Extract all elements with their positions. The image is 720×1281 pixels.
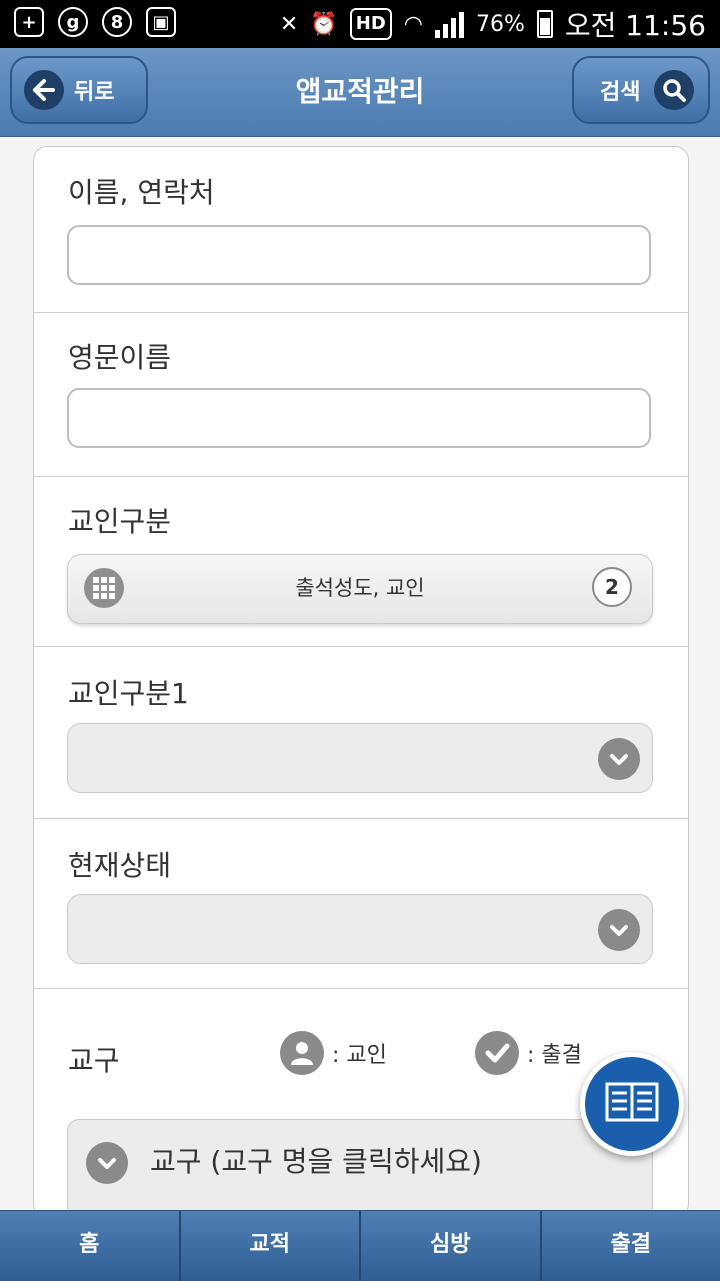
search-label: 검색 xyxy=(600,74,640,106)
legend-attendance-text: : 출결 xyxy=(527,1037,582,1069)
member-type-select[interactable]: 출석성도, 교인 2 xyxy=(67,554,653,624)
chevron-down-icon xyxy=(598,909,640,951)
current-status-field: 현재상태 xyxy=(34,818,688,989)
member-type1-selected xyxy=(68,724,652,794)
search-button[interactable]: 검색 xyxy=(572,56,710,124)
district-group-text: 교구 (교구 명을 클릭하세요) xyxy=(150,1140,482,1184)
chevron-down-icon xyxy=(86,1142,128,1184)
mute-icon: ✕ xyxy=(280,12,298,37)
wifi-icon: ◠ xyxy=(404,12,423,37)
search-form: 이름, 연락처 영문이름 교인구분 출석성도, 교인 2 교인구분1 xyxy=(33,146,689,1218)
member-type1-label: 교인구분1 xyxy=(68,672,189,712)
english-name-field: 영문이름 xyxy=(34,312,688,477)
chevron-down-icon xyxy=(598,738,640,780)
nav-attendance[interactable]: 출결 xyxy=(542,1211,720,1281)
book-icon xyxy=(605,1082,659,1126)
battery-percent: 76% xyxy=(476,12,525,37)
search-icon xyxy=(654,70,694,110)
district-label: 교구 xyxy=(68,1039,120,1079)
selection-count-badge: 2 xyxy=(592,567,632,607)
name-contact-field: 이름, 연락처 xyxy=(34,147,688,313)
app-header: 뒤로 앱교적관리 검색 xyxy=(0,48,720,137)
name-contact-input[interactable] xyxy=(67,225,651,285)
member-type1-field: 교인구분1 xyxy=(34,646,688,819)
back-button[interactable]: 뒤로 xyxy=(10,56,148,124)
english-name-label: 영문이름 xyxy=(68,336,171,376)
member-type-label: 교인구분 xyxy=(68,500,171,540)
current-status-select[interactable] xyxy=(67,894,653,964)
alarm-icon: ⏰ xyxy=(310,12,337,37)
nav-records[interactable]: 교적 xyxy=(181,1211,362,1281)
arrow-left-icon xyxy=(24,70,64,110)
legend-member: : 교인 xyxy=(280,1031,387,1075)
clock: 오전 11:56 xyxy=(565,4,706,44)
nav-home[interactable]: 홈 xyxy=(0,1211,181,1281)
nav-visitation[interactable]: 심방 xyxy=(361,1211,542,1281)
add-icon: + xyxy=(14,7,44,37)
person-icon xyxy=(280,1031,324,1075)
name-contact-label: 이름, 연락처 xyxy=(68,171,215,211)
member-type-field: 교인구분 출석성도, 교인 2 xyxy=(34,476,688,647)
signal-icon xyxy=(435,10,464,38)
hd-badge: HD xyxy=(350,8,392,40)
legend-member-text: : 교인 xyxy=(332,1037,387,1069)
battery-icon xyxy=(537,10,553,38)
current-status-selected xyxy=(68,895,652,965)
district-group-toggle[interactable]: 교구 (교구 명을 클릭하세요) xyxy=(67,1119,653,1218)
member-type-selected: 출석성도, 교인 xyxy=(68,555,652,625)
app-badge-icon: 8 xyxy=(102,7,132,37)
g-app-icon: g xyxy=(58,7,88,37)
status-bar: + g 8 ▣ ✕ ⏰ HD ◠ 76% 오전 11:56 xyxy=(0,0,720,48)
legend-attendance: : 출결 xyxy=(475,1031,582,1075)
english-name-input[interactable] xyxy=(67,388,651,448)
page-title: 앱교적관리 xyxy=(160,48,560,136)
member-type1-select[interactable] xyxy=(67,723,653,793)
book-fab-button[interactable] xyxy=(580,1052,684,1156)
check-icon xyxy=(475,1031,519,1075)
image-icon: ▣ xyxy=(146,7,176,37)
back-label: 뒤로 xyxy=(74,74,114,106)
notification-icons: + g 8 ▣ xyxy=(14,7,176,37)
system-icons: ✕ ⏰ HD ◠ 76% 오전 11:56 xyxy=(280,6,706,42)
bottom-nav: 홈 교적 심방 출결 xyxy=(0,1210,720,1281)
current-status-label: 현재상태 xyxy=(68,844,171,884)
